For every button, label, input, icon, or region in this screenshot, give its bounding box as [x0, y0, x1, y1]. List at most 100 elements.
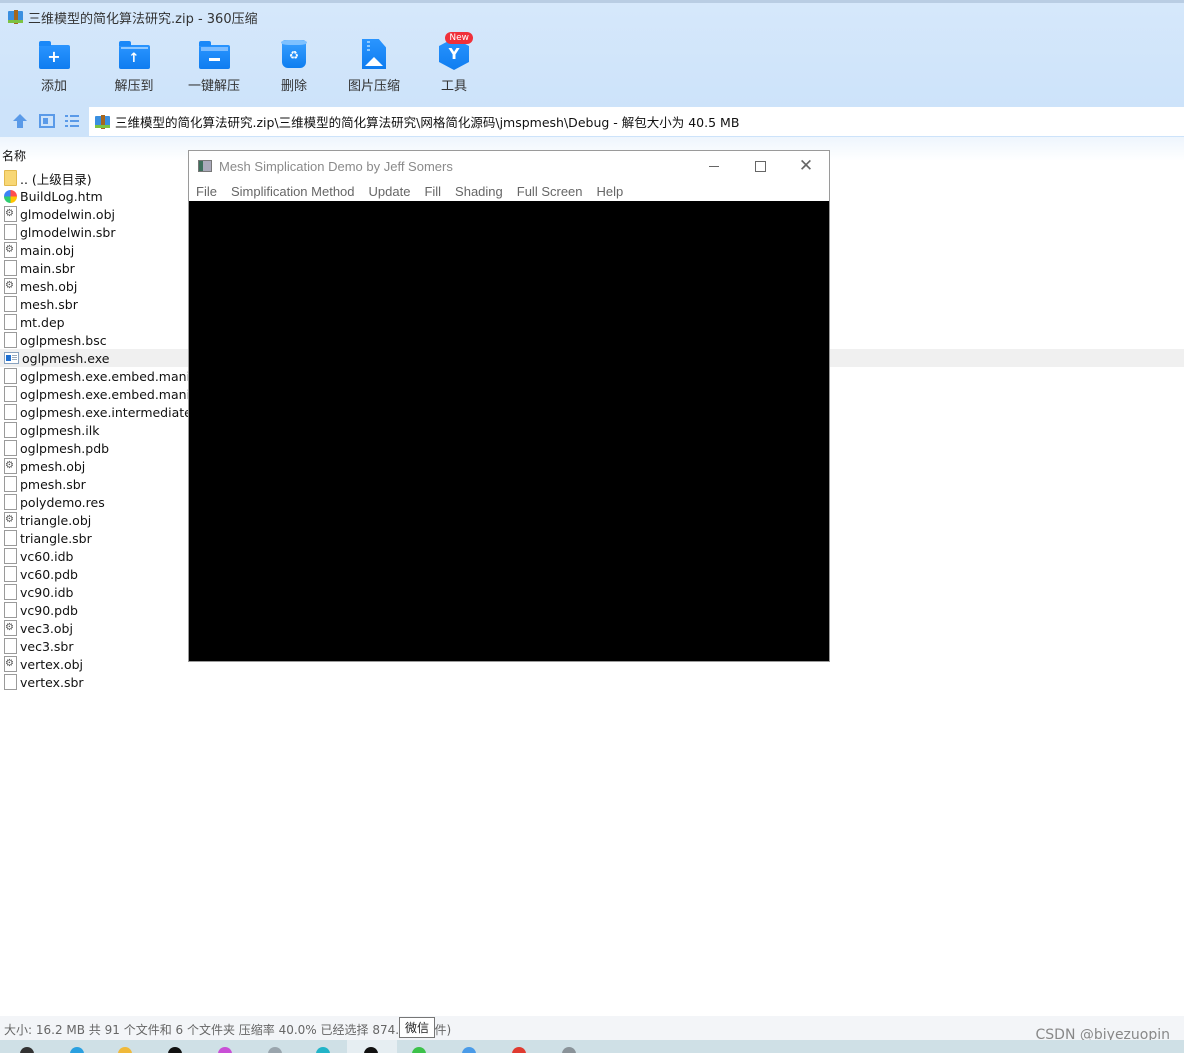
- wechat-icon[interactable]: [412, 1047, 426, 1053]
- window-title: 三维模型的简化算法研究.zip - 360压缩: [28, 11, 258, 27]
- tools-label: 工具: [440, 79, 467, 94]
- list-view-icon[interactable]: [65, 114, 81, 128]
- file-name: vc90.idb: [20, 584, 74, 600]
- start-icon[interactable]: [20, 1047, 34, 1053]
- file-explorer-icon[interactable]: [118, 1047, 132, 1053]
- recycle-bin-icon: ♻: [281, 40, 307, 68]
- file-name: mesh.sbr: [20, 296, 78, 312]
- mesh-app-icon: [198, 160, 212, 172]
- menu-fill[interactable]: Fill: [424, 184, 441, 199]
- office-icon[interactable]: [512, 1047, 526, 1053]
- file-name: oglpmesh.bsc: [20, 332, 107, 348]
- file-name: polydemo.res: [20, 494, 105, 510]
- extract-to-folder-icon: ↑: [118, 41, 150, 69]
- file-name: pmesh.obj: [20, 458, 86, 474]
- column-header-name[interactable]: 名称: [2, 147, 26, 164]
- file-name: vertex.obj: [20, 656, 84, 672]
- status-bar: 大小: 16.2 MB 共 91 个文件和 6 个文件夹 压缩率 40.0% 已…: [0, 1016, 1184, 1040]
- opengl-render-canvas[interactable]: [189, 201, 829, 661]
- extract-to-button[interactable]: ↑ 解压到: [94, 38, 174, 94]
- doc-file-icon: [4, 422, 17, 438]
- thumbnail-view-icon[interactable]: [39, 114, 55, 128]
- obj-file-icon: [4, 278, 17, 294]
- htm-file-icon: [4, 189, 17, 203]
- file-name: oglpmesh.ilk: [20, 422, 100, 438]
- doc-file-icon: [4, 440, 17, 456]
- file-name: vec3.sbr: [20, 638, 74, 654]
- obj-file-icon: [4, 656, 17, 672]
- file-name: vc90.pdb: [20, 602, 78, 618]
- menu-update[interactable]: Update: [369, 184, 411, 199]
- doc-file-icon: [4, 584, 17, 600]
- mesh-window-title: Mesh Simplication Demo by Jeff Somers: [219, 158, 453, 174]
- delete-button[interactable]: ♻ 删除: [254, 38, 334, 94]
- one-click-extract-button[interactable]: 一键解压: [174, 38, 254, 94]
- close-button[interactable]: ✕: [783, 151, 829, 181]
- menu-help[interactable]: Help: [597, 184, 624, 199]
- file-name: pmesh.sbr: [20, 476, 86, 492]
- obj-file-icon: [4, 512, 17, 528]
- taskbar-tooltip: 微信: [399, 1017, 435, 1038]
- doc-file-icon: [4, 638, 17, 654]
- folder-icon[interactable]: [462, 1047, 476, 1053]
- obj-file-icon: [4, 620, 17, 636]
- doc-file-icon: [4, 260, 17, 276]
- windows-taskbar: [0, 1040, 1184, 1053]
- file-name: oglpmesh.exe: [22, 350, 110, 366]
- 360zip-app-icon: [8, 10, 23, 24]
- doc-file-icon: [4, 386, 17, 402]
- file-name: vec3.obj: [20, 620, 73, 636]
- maximize-button[interactable]: [737, 151, 783, 181]
- menu-full-screen[interactable]: Full Screen: [517, 184, 583, 199]
- obj-file-icon: [4, 242, 17, 258]
- doc-file-icon: [4, 332, 17, 348]
- doc-file-icon: [4, 566, 17, 582]
- new-badge: New: [445, 32, 473, 44]
- file-row[interactable]: vertex.sbr: [0, 673, 1184, 691]
- extract-to-label: 解压到: [114, 79, 154, 94]
- file-name: glmodelwin.sbr: [20, 224, 116, 240]
- tools-button[interactable]: Y New 工具: [414, 32, 494, 94]
- doc-file-icon: [4, 368, 17, 384]
- exe-file-icon: [4, 352, 19, 364]
- menu-file[interactable]: File: [196, 184, 217, 199]
- file-name: main.sbr: [20, 260, 75, 276]
- image-compress-button[interactable]: 图片压缩: [334, 38, 414, 94]
- obj-file-icon: [4, 458, 17, 474]
- path-address-bar[interactable]: 三维模型的简化算法研究.zip\三维模型的简化算法研究\网格简化源码\jmspm…: [89, 107, 1184, 136]
- file-name: oglpmesh.pdb: [20, 440, 110, 456]
- obj-file-icon: [4, 206, 17, 222]
- add-button-label: 添加: [40, 79, 67, 94]
- folder-up-file-icon: [4, 170, 17, 186]
- add-folder-icon: +: [38, 41, 70, 69]
- color-app-icon[interactable]: [218, 1047, 232, 1053]
- browser-icon[interactable]: [316, 1047, 330, 1053]
- file-name: mesh.obj: [20, 278, 78, 294]
- doc-file-icon: [4, 296, 17, 312]
- image-compress-label: 图片压缩: [347, 79, 400, 94]
- up-level-icon[interactable]: [12, 114, 28, 128]
- minimize-button[interactable]: [691, 151, 737, 181]
- file-name: mt.dep: [20, 314, 65, 330]
- notepad-icon[interactable]: [268, 1047, 282, 1053]
- file-name: oglpmesh.exe.intermediate.m: [20, 404, 208, 420]
- add-button[interactable]: + 添加: [14, 38, 94, 94]
- menu-simplification-method[interactable]: Simplification Method: [231, 184, 355, 199]
- navigation-bar: 三维模型的简化算法研究.zip\三维模型的简化算法研究\网格简化源码\jmspm…: [0, 106, 1184, 137]
- qq-icon[interactable]: [168, 1047, 182, 1053]
- file-name: vc60.idb: [20, 548, 74, 564]
- image-compress-icon: [362, 39, 386, 69]
- status-text: 大小: 16.2 MB 共 91 个文件和 6 个文件夹 压缩率 40.0% 已…: [4, 1023, 452, 1037]
- edge-icon[interactable]: [70, 1047, 84, 1053]
- app-header: 三维模型的简化算法研究.zip - 360压缩 + 添加 ↑ 解压到 一键解压 …: [0, 0, 1184, 106]
- file-name: main.obj: [20, 242, 75, 258]
- doc-file-icon: [4, 404, 17, 420]
- delete-label: 删除: [280, 79, 307, 94]
- doc-file-icon: [4, 314, 17, 330]
- mesh-window-titlebar[interactable]: Mesh Simplication Demo by Jeff Somers ✕: [189, 151, 829, 181]
- window-icon[interactable]: [562, 1047, 576, 1053]
- menu-shading[interactable]: Shading: [455, 184, 503, 199]
- file-name: triangle.sbr: [20, 530, 92, 546]
- toolbar: + 添加 ↑ 解压到 一键解压 ♻ 删除 图片压缩 Y New 工具: [14, 32, 494, 94]
- doc-file-icon: [4, 602, 17, 618]
